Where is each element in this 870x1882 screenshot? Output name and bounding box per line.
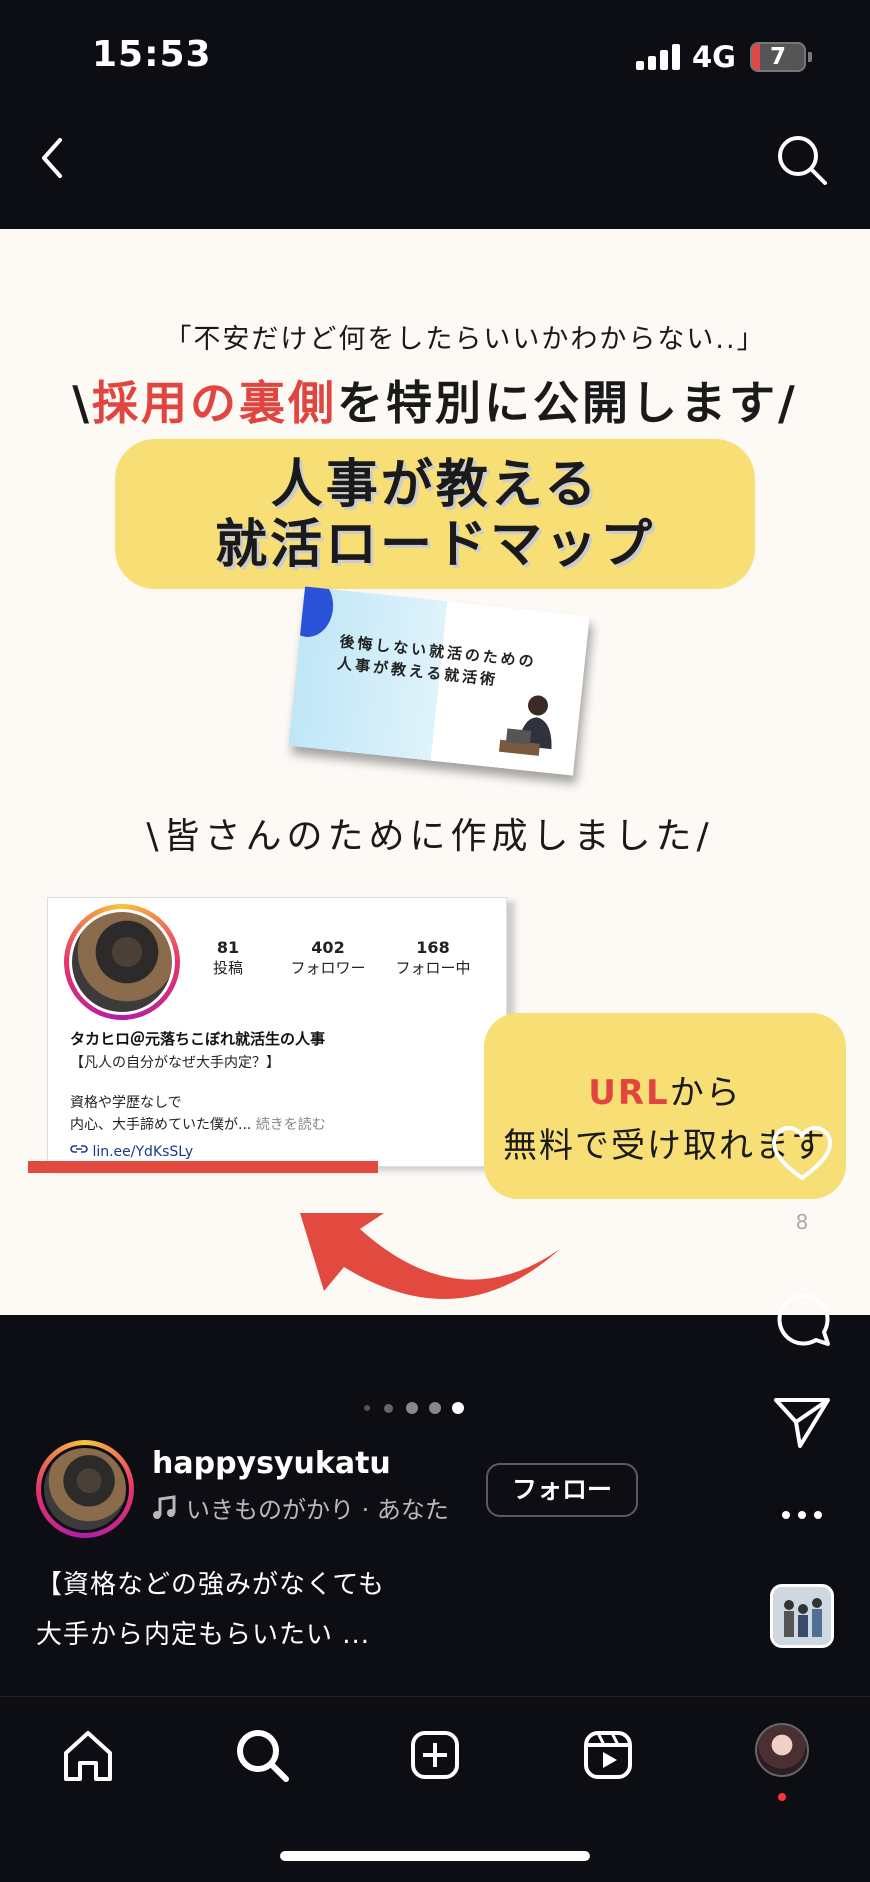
- ebook-mockup: 後悔しない就活のための 人事が教える就活術: [288, 586, 590, 776]
- explore-icon[interactable]: [232, 1725, 292, 1785]
- caption-line2: 大手から内定もらいたい ...: [36, 1620, 371, 1650]
- heart-icon[interactable]: [770, 1124, 834, 1184]
- url-text: URL: [588, 1073, 670, 1113]
- audio-thumbnail[interactable]: [770, 1584, 834, 1648]
- author-avatar[interactable]: [36, 1440, 134, 1538]
- profile-avatar-tab[interactable]: [755, 1723, 809, 1777]
- profile-bio-line1: 【凡人の自分がなぜ大手内定？】: [70, 1055, 280, 1071]
- follow-button[interactable]: フォロー: [486, 1463, 638, 1517]
- profile-card-name: タカヒロ＠元落ちこぼれ就活生の人事: [70, 1030, 326, 1048]
- roadmap-line1: 人事が教える: [270, 455, 600, 515]
- battery-icon: 7: [750, 42, 806, 72]
- carousel-dot: [406, 1402, 418, 1414]
- posts-label: 投稿: [212, 959, 243, 977]
- followers-stat: 402 フォロワー: [278, 938, 378, 978]
- profile-card-avatar: [64, 904, 180, 1020]
- create-icon[interactable]: [405, 1725, 465, 1785]
- link-icon: [70, 1144, 92, 1160]
- roadmap-line2: 就活ロードマップ: [214, 515, 655, 575]
- carousel-dot: [384, 1404, 393, 1413]
- followers-count: 402: [311, 938, 345, 957]
- profile-bio-line2: 資格や学歴なしで: [70, 1095, 182, 1111]
- mockup-blob: [288, 586, 337, 640]
- headline-prefix: \: [72, 376, 92, 430]
- made-for-you-text: \皆さんのために作成しました/: [146, 816, 714, 857]
- battery-tip: [808, 52, 812, 62]
- profile-link: lin.ee/YdKsSLy: [70, 1142, 193, 1160]
- signal-icon: [636, 44, 680, 70]
- posts-count: 81: [216, 938, 240, 957]
- carousel-dot: [429, 1402, 441, 1414]
- more-icon[interactable]: [770, 1500, 834, 1530]
- search-icon[interactable]: [770, 128, 834, 192]
- post-image[interactable]: 「不安だけど何をしたらいいかわからない..」 \採用の裏側を特別に公開します/ …: [0, 229, 870, 1315]
- followers-label: フォロワー: [290, 959, 366, 977]
- profile-screenshot: 81 投稿 402 フォロワー 168 フォロー中 タカヒロ＠元落ちこぼれ就活生…: [47, 897, 507, 1167]
- read-more: 続きを読む: [251, 1117, 326, 1133]
- headline-rest: を特別に公開します: [337, 376, 778, 430]
- battery-level: 7: [769, 44, 786, 70]
- quote-text: 「不安だけど何をしたらいいかわからない..」: [164, 324, 766, 355]
- post-caption[interactable]: 【資格などの強みがなくても 大手から内定もらいたい ...: [36, 1560, 385, 1660]
- caption-line1: 【資格などの強みがなくても: [36, 1570, 385, 1600]
- carousel-dot-active: [452, 1402, 464, 1414]
- following-count: 168: [416, 938, 450, 957]
- author-username[interactable]: happysyukatu: [152, 1446, 391, 1481]
- following-label: フォロー中: [395, 959, 471, 977]
- home-icon[interactable]: [58, 1725, 118, 1785]
- like-count: 8: [795, 1210, 809, 1234]
- headline-red: 採用の裏側: [92, 376, 337, 430]
- roadmap-banner: 人事が教える 就活ロードマップ: [115, 439, 755, 589]
- bottom-tab-bar: [0, 1696, 870, 1882]
- comment-icon[interactable]: [770, 1288, 834, 1348]
- share-icon[interactable]: [770, 1392, 834, 1452]
- network-type: 4G: [692, 40, 736, 74]
- notification-dot: [778, 1793, 786, 1801]
- status-bar: 15:53 4G 7: [0, 0, 870, 110]
- home-indicator: [280, 1851, 590, 1861]
- profile-link-text: lin.ee/YdKsSLy: [92, 1144, 194, 1160]
- headline: \採用の裏側を特別に公開します/: [0, 367, 870, 433]
- music-label: いきものがかり · あなた: [186, 1496, 449, 1524]
- profile-bio-line3: 内心、大手諦めていた僕が... 続きを読む: [70, 1114, 326, 1134]
- person-illustration: [498, 695, 552, 756]
- music-icon: [153, 1494, 176, 1519]
- headline-suffix: /: [778, 376, 798, 430]
- url-from: から: [669, 1073, 742, 1113]
- reels-icon[interactable]: [578, 1725, 638, 1785]
- back-icon[interactable]: [30, 128, 90, 188]
- carousel-dot: [364, 1405, 370, 1411]
- following-stat: 168 フォロー中: [378, 938, 488, 978]
- posts-stat: 81 投稿: [198, 938, 258, 978]
- music-row[interactable]: いきものがかり · あなた: [152, 1490, 449, 1525]
- status-time: 15:53: [92, 34, 212, 75]
- profile-bio-line3-text: 内心、大手諦めていた僕が...: [70, 1117, 252, 1133]
